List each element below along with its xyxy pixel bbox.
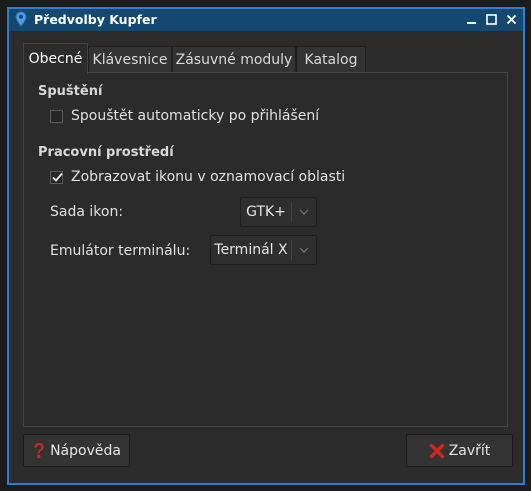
preferences-window: Předvolby Kupfer Obecné Klávesnice Zásuv… — [7, 7, 525, 485]
show-icon-label: Zobrazovat ikonu v oznamovací oblasti — [71, 169, 346, 185]
icon-set-value: GTK+ — [246, 204, 286, 220]
maximize-icon — [486, 14, 497, 25]
show-icon-checkbox[interactable] — [50, 170, 63, 184]
tab-catalog[interactable]: Katalog — [296, 46, 366, 73]
tab-catalog-label: Katalog — [304, 52, 358, 68]
maximize-button[interactable] — [484, 12, 499, 27]
window-title: Předvolby Kupfer — [34, 12, 157, 27]
title-bar[interactable]: Předvolby Kupfer — [9, 9, 523, 31]
terminal-label: Emulátor terminálu: — [50, 243, 191, 259]
tab-general[interactable]: Obecné — [23, 43, 88, 74]
help-button-label: Nápověda — [50, 442, 121, 459]
close-icon — [506, 14, 517, 25]
show-icon-checkbox-row[interactable]: Zobrazovat ikonu v oznamovací oblasti — [50, 169, 345, 185]
terminal-value: Terminál X — [214, 242, 288, 258]
help-button[interactable]: Nápověda — [23, 434, 130, 467]
autostart-checkbox[interactable] — [50, 109, 63, 123]
map-pin-icon — [15, 11, 27, 27]
close-window-button[interactable] — [504, 12, 519, 27]
close-icon — [429, 443, 445, 459]
icon-set-combo[interactable]: GTK+ — [240, 197, 317, 227]
autostart-label: Spouštět automaticky po přihlášení — [71, 108, 320, 124]
checkmark-icon — [52, 172, 63, 182]
autostart-checkbox-row[interactable]: Spouštět automaticky po přihlášení — [50, 108, 319, 124]
chevron-down-icon — [292, 247, 316, 253]
tab-keyboard[interactable]: Klávesnice — [88, 46, 172, 73]
desktop-heading: Pracovní prostředí — [38, 145, 174, 160]
tab-general-label: Obecné — [28, 51, 83, 67]
tab-plugins-label: Zásuvné moduly — [175, 52, 293, 68]
minimize-icon — [467, 22, 476, 24]
general-panel: Spuštění Spouštět automaticky po přihláš… — [23, 72, 508, 427]
tab-plugins[interactable]: Zásuvné moduly — [172, 46, 296, 73]
terminal-combo[interactable]: Terminál X — [210, 235, 317, 265]
close-button-label: Zavřít — [448, 442, 491, 459]
icon-set-label: Sada ikon: — [50, 204, 124, 220]
help-icon — [32, 442, 46, 460]
chevron-down-icon — [292, 209, 316, 215]
close-button[interactable]: Zavřít — [406, 434, 513, 467]
minimize-button[interactable] — [464, 12, 479, 27]
startup-heading: Spuštění — [38, 84, 103, 99]
tab-keyboard-label: Klávesnice — [92, 52, 168, 68]
